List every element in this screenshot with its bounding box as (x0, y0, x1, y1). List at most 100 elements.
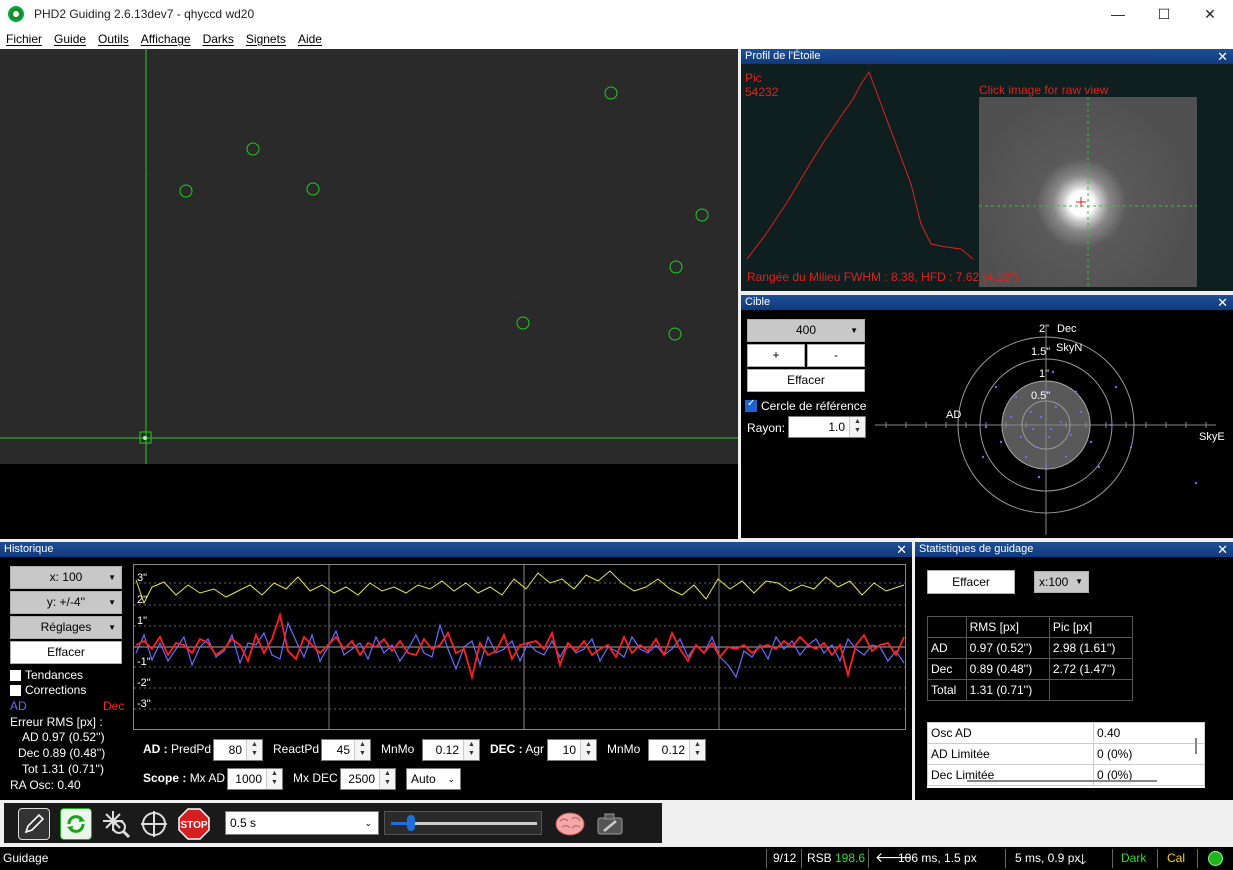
checkbox-icon (745, 398, 757, 412)
star-marker (669, 260, 683, 274)
y-axis-label: -1" (137, 656, 151, 668)
stop-icon[interactable]: STOP (178, 808, 210, 840)
vertical-scrollbar[interactable] (1195, 738, 1197, 754)
camera-image[interactable] (0, 49, 738, 464)
rms-ad: AD 0.97 (0.52'') (22, 730, 105, 744)
star-marker (179, 184, 193, 198)
y-axis-label: 2" (137, 594, 147, 606)
max-dec-spinner[interactable]: 2500 ▲ ▼ (340, 768, 396, 790)
table-row: Dec 0.89 (0.48'') 2.72 (1.47'') (927, 658, 1134, 680)
checkbox-icon (10, 684, 21, 696)
stats-clear-button[interactable]: Effacer (927, 570, 1015, 594)
close-icon[interactable]: ✕ (1217, 49, 1228, 64)
menu-signets[interactable]: Signets (246, 32, 286, 46)
ra-mnmo-spinner[interactable]: 0.12 ▲ ▼ (422, 739, 480, 761)
pen-icon[interactable] (18, 808, 50, 840)
fwhm-readout: Rangée du Milieu FWHM : 8.38, HFD : 7.62… (747, 270, 1019, 284)
ra-correction: 106 ms, 1.5 px (898, 851, 977, 865)
menu-aide[interactable]: Aide (298, 32, 322, 46)
title-bar: PHD2 Guiding 2.6.13dev7 - qhyccd wd20 — … (0, 0, 1233, 28)
history-graph[interactable]: 3" 2" 1" -1" -2" -3" (133, 564, 906, 730)
camera-view[interactable] (0, 49, 738, 539)
y-axis-label: -3" (137, 698, 151, 710)
camera-overlay (0, 49, 738, 464)
panel-title: Statistiques de guidage ✕ (915, 542, 1233, 557)
camera-settings-icon[interactable] (594, 808, 626, 840)
exposure-dropdown[interactable]: 0.5 s ⌄ (225, 811, 379, 835)
y-scale-dropdown[interactable]: y: +/-4'' ▼ (10, 591, 122, 614)
stats-table: RMS [px] Pic [px] AD 0.97 (0.52'') 2.98 (1.… (927, 616, 1134, 701)
star-marker (604, 86, 618, 100)
ring-label-0-5: 0.5" (1031, 390, 1050, 402)
table-row: Total 1.31 (0.71'') (927, 679, 1134, 701)
settings-dropdown[interactable]: Réglages ▼ (10, 616, 122, 639)
guide-crosshair-icon[interactable] (138, 808, 170, 840)
history-plot: 3" 2" 1" -1" -2" -3" (134, 565, 905, 729)
dark-indicator: Dark (1121, 851, 1147, 865)
reactpd-label: ReactPd (273, 742, 320, 756)
star-marker (246, 142, 260, 156)
x-scale-dropdown[interactable]: x: 100 ▼ (10, 566, 122, 589)
menu-darks[interactable]: Darks (203, 32, 234, 46)
checkbox-icon (10, 669, 21, 681)
close-icon[interactable]: ✕ (1217, 542, 1228, 557)
skye-label: SkyE (1199, 431, 1225, 443)
stats-scale-dropdown[interactable]: x:100 ▼ (1034, 571, 1089, 593)
star-marker (695, 208, 709, 222)
arrow-down-icon: 🡓 (1079, 851, 1087, 867)
zoom-in-button[interactable]: + (747, 344, 805, 367)
cal-indicator: Cal (1167, 851, 1186, 865)
snr-label: RSB (807, 851, 832, 865)
ra-mnmo-label: MnMo (381, 742, 415, 756)
dec-agr-spinner[interactable]: 10 ▲ ▼ (547, 739, 597, 761)
gamma-slider[interactable] (384, 811, 542, 835)
max-dec-label: Mx DEC (293, 771, 338, 785)
ra-predpd-spinner[interactable]: 80 ▲ ▼ (213, 739, 263, 761)
menu-affichage[interactable]: Affichage (141, 32, 191, 46)
star-marker (306, 182, 320, 196)
target-scale-dropdown[interactable]: 400 ▼ (747, 319, 865, 342)
radius-spinner[interactable]: 1.0 ▲ ▼ (788, 416, 866, 438)
close-button[interactable]: ✕ (1187, 0, 1233, 28)
history-clear-button[interactable]: Effacer (10, 641, 122, 664)
close-icon[interactable]: ✕ (1217, 295, 1228, 310)
ad-axis-label: AD (946, 409, 961, 421)
menu-fichier[interactable]: Fichier (6, 32, 42, 46)
chevron-down-icon: ▼ (108, 598, 116, 607)
table-row: AD Limitée 0 (0%) (927, 743, 1205, 765)
dec-legend: Dec (103, 699, 125, 713)
menu-outils[interactable]: Outils (98, 32, 129, 46)
status-bar: Guidage 9/12 RSB 198.6 🡐 106 ms, 1.5 px … (0, 847, 1233, 870)
target-clear-button[interactable]: Effacer (747, 369, 865, 392)
slider-thumb[interactable] (407, 815, 415, 831)
guiding-state: Guidage (3, 851, 49, 865)
app-icon (8, 6, 24, 22)
max-ra-spinner[interactable]: 1000 ▲ ▼ (227, 768, 283, 790)
reference-circle-checkbox[interactable]: Cercle de référence (745, 398, 866, 413)
loop-icon[interactable] (60, 808, 92, 840)
chevron-down-icon: ▼ (850, 326, 858, 335)
y-axis-label: 3" (137, 572, 147, 584)
dec-mnmo-spinner[interactable]: 0.12 ▲ ▼ (648, 739, 706, 761)
zoom-out-button[interactable]: - (807, 344, 865, 367)
window-title: PHD2 Guiding 2.6.13dev7 - qhyccd wd20 (34, 7, 255, 21)
corrections-checkbox[interactable]: Corrections (10, 683, 86, 697)
close-icon[interactable]: ✕ (896, 542, 907, 557)
chevron-down-icon: ▼ (1075, 577, 1083, 586)
rms-dec: Dec 0.89 (0.48'') (18, 746, 106, 760)
menu-guide[interactable]: Guide (54, 32, 86, 46)
profile-curve (746, 70, 974, 260)
maximize-button[interactable]: ☐ (1141, 0, 1187, 28)
stats-table-2[interactable]: Osc AD 0.40 AD Limitée 0 (0%) Dec Limitée 0… (927, 722, 1205, 788)
connection-status-icon (1208, 851, 1223, 866)
horizontal-scrollbar[interactable] (967, 780, 1157, 782)
brain-icon[interactable] (554, 808, 586, 840)
auto-select-star-icon[interactable] (100, 808, 132, 840)
minimize-button[interactable]: — (1095, 0, 1141, 28)
trends-checkbox[interactable]: Tendances (10, 668, 83, 682)
panel-title: Profil de l'Étoile ✕ (741, 49, 1233, 64)
star-zoom-image[interactable] (979, 97, 1197, 287)
toolbar: STOP 0.5 s ⌄ (0, 800, 1233, 846)
dec-mode-dropdown[interactable]: Auto ⌄ (406, 768, 461, 790)
ra-reactpd-spinner[interactable]: 45 ▲ ▼ (321, 739, 371, 761)
